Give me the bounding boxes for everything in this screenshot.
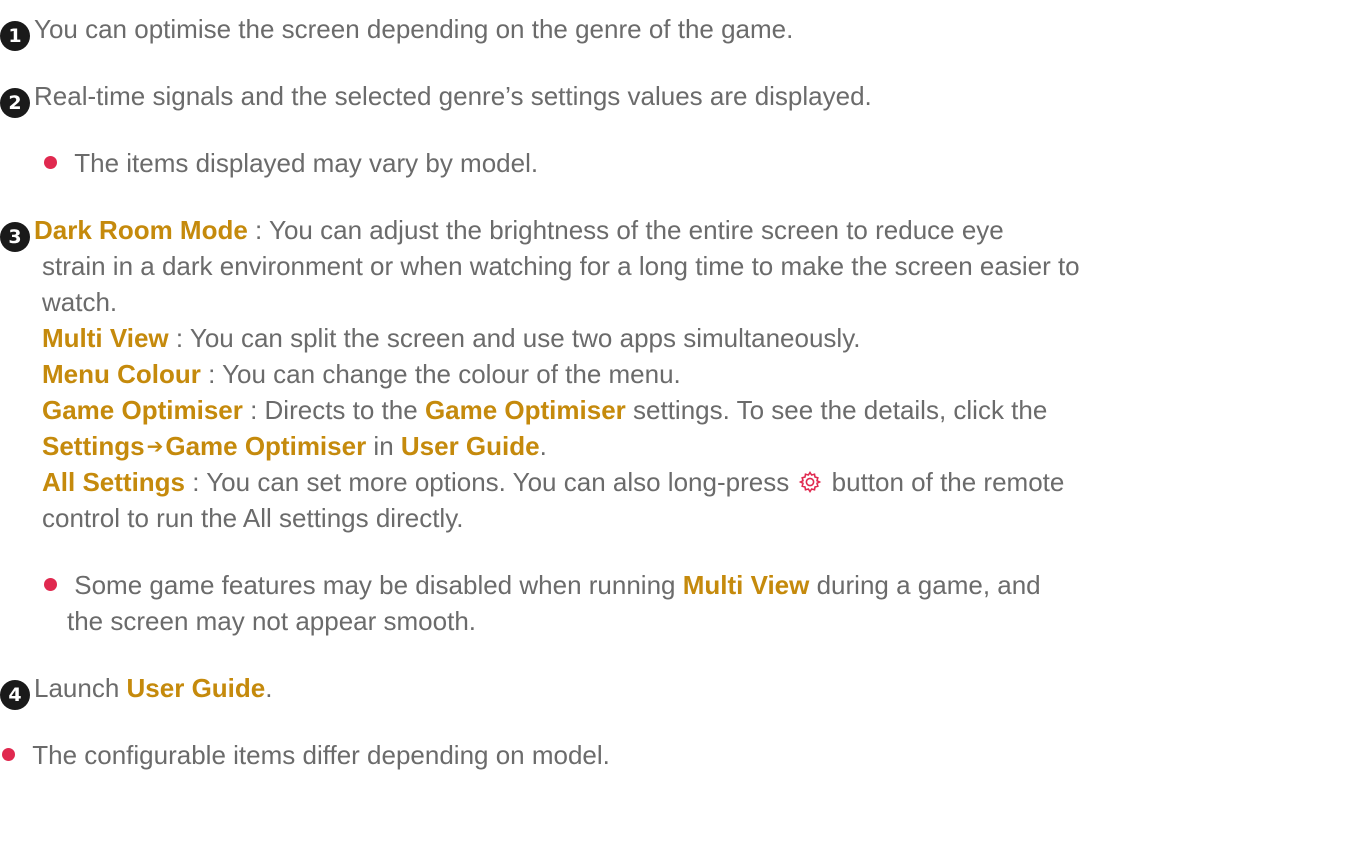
item-2-note-text: The items displayed may vary by model.	[74, 148, 539, 178]
bullet-icon	[2, 748, 15, 761]
arrow-right-icon: ➔	[146, 434, 164, 458]
number-badge-2: 2	[0, 88, 30, 118]
all-settings-line: All Settings : You can set more options.…	[42, 464, 1363, 500]
item-1: 1 You can optimise the screen depending o…	[0, 11, 1363, 51]
number-badge-1: 1	[0, 21, 30, 51]
all-settings-text1: : You can set more options. You can also…	[185, 467, 797, 497]
game-optimiser-label: Game Optimiser	[42, 395, 243, 425]
bullet-icon	[44, 578, 57, 591]
game-optimiser-path-item[interactable]: Game Optimiser	[165, 431, 366, 461]
dark-room-line2: strain in a dark environment or when wat…	[42, 251, 1080, 281]
menu-colour-line: Menu Colour : You can change the colour …	[42, 356, 1363, 392]
all-settings-label: All Settings	[42, 467, 186, 497]
user-guide-link[interactable]: User Guide	[401, 431, 540, 461]
multi-view-line: Multi View : You can split the screen an…	[42, 320, 1363, 356]
item-2-text: Real-time signals and the selected genre…	[34, 81, 872, 111]
multi-view-bold: Multi View	[682, 570, 810, 600]
item-2-note: The items displayed may vary by model.	[44, 145, 1363, 181]
number-badge-4: 4	[0, 680, 30, 710]
game-optimiser-text1: : Directs to the	[242, 395, 425, 425]
item-3-note-text2: during a game, and	[809, 570, 1041, 600]
settings-gear-icon	[799, 471, 822, 493]
dark-room-line3: watch.	[42, 287, 118, 317]
all-settings-text2: button of the remote	[824, 467, 1065, 497]
footer-note-text: The configurable items differ depending …	[32, 740, 610, 770]
game-optimiser-line: Game Optimiser : Directs to the Game Opt…	[42, 392, 1363, 428]
game-optimiser-text2: settings. To see the details, click the	[625, 395, 1048, 425]
number-badge-3: 3	[0, 222, 30, 252]
settings-path-line: Settings ➔Game Optimiser in User Guide.	[42, 428, 1363, 464]
all-settings-line2: control to run the All settings directly…	[42, 503, 464, 533]
multi-view-label: Multi View	[42, 323, 169, 353]
item-2: 2 Real-time signals and the selected genr…	[0, 78, 1363, 118]
item-3-note-text1: Some game features may be disabled when …	[74, 570, 683, 600]
item-3-note: Some game features may be disabled when …	[44, 567, 1363, 603]
footer-note: The configurable items differ depending …	[2, 737, 1363, 773]
bullet-icon	[44, 156, 57, 169]
dark-room-mode-label: Dark Room Mode	[34, 215, 248, 245]
path-end-text: .	[539, 431, 547, 461]
settings-path-item[interactable]: Settings	[42, 431, 145, 461]
item-4: 4 Launch User Guide.	[0, 670, 1363, 710]
user-guide-launch-link[interactable]: User Guide	[127, 673, 266, 703]
item-1-text: You can optimise the screen depending on…	[34, 14, 794, 44]
item-4-text: Launch	[34, 673, 127, 703]
dark-room-line1: : You can adjust the brightness of the e…	[247, 215, 1004, 245]
path-in-text: in	[366, 431, 401, 461]
item-3-note-line2: the screen may not appear smooth.	[67, 606, 477, 636]
item-3-dark-room: 3 Dark Room Mode : You can adjust the bri…	[0, 212, 1363, 252]
multi-view-text: : You can split the screen and use two a…	[168, 323, 861, 353]
menu-colour-label: Menu Colour	[42, 359, 201, 389]
game-optimiser-link[interactable]: Game Optimiser	[425, 395, 626, 425]
item-4-end: .	[265, 673, 273, 703]
menu-colour-text: : You can change the colour of the menu.	[200, 359, 681, 389]
